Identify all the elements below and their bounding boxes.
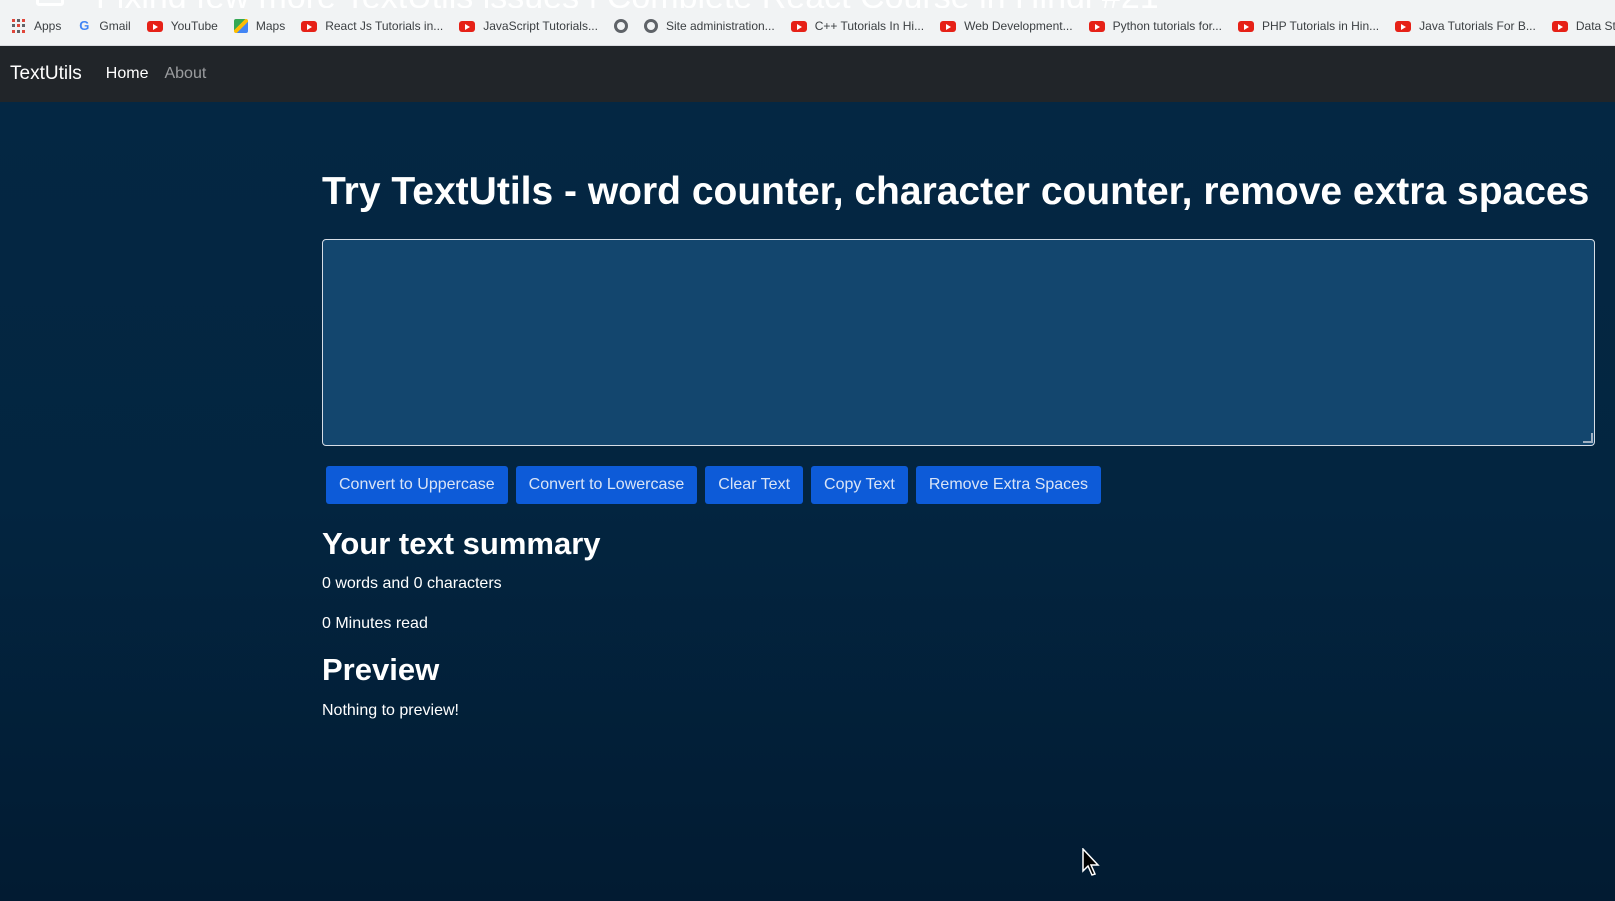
preview-heading: Preview — [322, 652, 440, 687]
navbar: TextUtils Home About — [0, 46, 1615, 102]
read-time: 0 Minutes read — [322, 615, 428, 632]
bookmark-php-tutorials[interactable]: PHP Tutorials in Hin... — [1237, 19, 1380, 33]
bookmark-label: PHP Tutorials in Hin... — [1261, 19, 1380, 33]
youtube-icon — [459, 20, 476, 32]
summary-heading: Your text summary — [322, 526, 601, 561]
page-heading: Try TextUtils - word counter, character … — [322, 170, 1590, 213]
bookmark-label: React Js Tutorials in... — [325, 19, 444, 33]
bookmark-web-development[interactable]: Web Development... — [940, 19, 1073, 33]
lowercase-button[interactable]: Convert to Lowercase — [515, 466, 698, 504]
globe-icon — [643, 19, 658, 33]
remove-extra-spaces-button[interactable]: Remove Extra Spaces — [915, 466, 1102, 504]
bookmark-site-administration[interactable]: Site administration... — [643, 19, 775, 33]
word-character-count: 0 words and 0 characters — [322, 575, 502, 592]
bookmark-label: Apps — [34, 19, 62, 33]
bookmark-java-tutorials[interactable]: Java Tutorials For B... — [1395, 19, 1536, 33]
bookmark-react-tutorials[interactable]: React Js Tutorials in... — [301, 19, 443, 33]
apps-grid-icon — [12, 19, 26, 33]
bookmark-cpp-tutorials[interactable]: C++ Tutorials In Hi... — [790, 19, 925, 33]
nav-link-home[interactable]: Home — [106, 65, 149, 83]
bookmark-globe[interactable] — [613, 19, 628, 33]
youtube-icon — [790, 20, 807, 32]
youtube-icon — [1551, 20, 1568, 32]
youtube-icon — [301, 20, 318, 32]
youtube-icon — [940, 20, 957, 32]
bookmark-label: Site administration... — [665, 19, 775, 33]
youtube-icon — [1088, 20, 1105, 32]
bookmark-label: Maps — [255, 19, 286, 33]
text-input-area[interactable] — [322, 239, 1595, 446]
clear-text-button[interactable]: Clear Text — [705, 466, 804, 504]
bookmark-javascript-tutorials[interactable]: JavaScript Tutorials... — [459, 19, 598, 33]
bookmark-label: JavaScript Tutorials... — [483, 19, 598, 33]
main-content: Try TextUtils - word counter, character … — [0, 102, 1615, 901]
bookmark-label: YouTube — [170, 19, 218, 33]
youtube-icon — [146, 20, 163, 32]
video-title-overlay: Fixing few more TextUtils issues | Compl… — [0, 0, 1615, 8]
bookmark-label: Java Tutorials For B... — [1419, 19, 1536, 33]
nav-link-about[interactable]: About — [164, 65, 206, 83]
bookmark-maps[interactable]: Maps — [233, 19, 286, 33]
action-button-row: Convert to Uppercase Convert to Lowercas… — [326, 466, 1109, 504]
globe-icon — [613, 19, 628, 33]
bookmark-apps[interactable]: Apps — [12, 19, 61, 33]
video-title: Fixing few more TextUtils issues | Compl… — [96, 0, 1159, 8]
youtube-icon — [1395, 20, 1412, 32]
navbar-brand[interactable]: TextUtils — [10, 63, 82, 85]
youtube-icon — [1237, 20, 1254, 32]
uppercase-button[interactable]: Convert to Uppercase — [326, 466, 508, 504]
bookmark-label: Web Development... — [964, 19, 1073, 33]
preview-text: Nothing to preview! — [322, 702, 459, 719]
copy-text-button[interactable]: Copy Text — [811, 466, 908, 504]
bookmark-label: Python tutorials for... — [1112, 19, 1222, 33]
bookmark-python-tutorials[interactable]: Python tutorials for... — [1088, 19, 1222, 33]
google-icon: G — [79, 18, 90, 33]
bookmark-gmail[interactable]: G Gmail — [77, 18, 130, 33]
bookmark-label: Data Stru — [1575, 19, 1615, 33]
bookmark-data-structures[interactable]: Data Stru — [1551, 19, 1615, 33]
bookmark-label: C++ Tutorials In Hi... — [814, 19, 925, 33]
video-playlist-icon — [36, 0, 64, 6]
mouse-cursor-icon — [1082, 848, 1100, 876]
resize-handle-icon[interactable] — [1583, 433, 1593, 443]
bookmark-youtube[interactable]: YouTube — [146, 19, 218, 33]
bookmark-label: Gmail — [99, 18, 131, 33]
maps-icon — [233, 19, 248, 33]
